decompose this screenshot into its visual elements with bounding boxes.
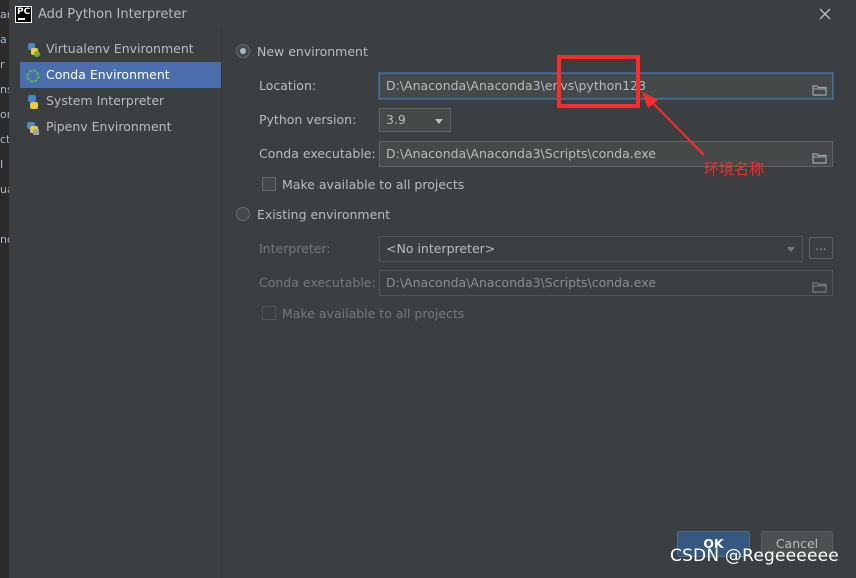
python-version-value: 3.9 [386, 112, 406, 127]
panel-divider [221, 30, 222, 578]
existing-conda-executable-input[interactable]: D:\Anaconda\Anaconda3\Scripts\conda.exe [379, 270, 833, 296]
annotation-highlight-box [557, 55, 640, 108]
watermark: CSDN @Regeeeeee [670, 546, 839, 566]
location-label: Location: [259, 78, 317, 93]
background-text: ns [0, 83, 9, 96]
conda-executable-value: D:\Anaconda\Anaconda3\Scripts\conda.exe [386, 146, 656, 161]
background-text: r [0, 58, 5, 71]
existing-conda-executable-label: Conda executable: [259, 275, 376, 290]
background-text: no [0, 233, 9, 246]
dialog-title: Add Python Interpreter [38, 7, 187, 22]
background-text: I [0, 158, 4, 171]
folder-icon[interactable] [812, 277, 827, 293]
sidebar-item-virtualenv[interactable]: Virtualenv Environment [20, 36, 222, 62]
sidebar-item-system[interactable]: System Interpreter [20, 88, 222, 114]
background-text: ar [0, 8, 9, 21]
python-version-label: Python version: [259, 112, 357, 127]
add-python-interpreter-dialog: PC Add Python Interpreter Virtualenv Env… [9, 0, 856, 578]
background-text: ua [0, 183, 9, 196]
existing-make-available-checkbox[interactable] [262, 306, 276, 320]
annotation-text: 环境名称 [704, 160, 765, 178]
existing-environment-radio[interactable] [236, 207, 250, 221]
python-icon [25, 93, 41, 109]
existing-environment-label: Existing environment [257, 207, 391, 222]
new-environment-radio[interactable] [236, 44, 250, 58]
background-text: ct [0, 133, 9, 146]
new-environment-label: New environment [257, 44, 368, 59]
python-version-select[interactable]: 3.9 [379, 108, 451, 132]
interpreter-type-list: Virtualenv Environment Conda Environment… [20, 36, 222, 140]
pipenv-icon [25, 119, 41, 135]
chevron-down-icon [787, 247, 795, 252]
background-text: on [0, 108, 9, 121]
existing-make-available-label: Make available to all projects [282, 306, 465, 321]
sidebar-item-label: Pipenv Environment [46, 119, 172, 134]
conda-executable-input[interactable]: D:\Anaconda\Anaconda3\Scripts\conda.exe [379, 141, 833, 167]
conda-executable-label: Conda executable: [259, 146, 376, 161]
sidebar-item-label: Virtualenv Environment [46, 41, 194, 56]
virtualenv-icon [25, 41, 41, 57]
folder-icon[interactable] [812, 148, 827, 164]
sidebar-item-label: System Interpreter [46, 93, 165, 108]
interpreter-value: <No interpreter> [386, 241, 496, 256]
sidebar-item-conda[interactable]: Conda Environment [20, 62, 222, 88]
sidebar-item-label: Conda Environment [46, 67, 170, 82]
make-available-label: Make available to all projects [282, 177, 465, 192]
make-available-checkbox[interactable] [262, 177, 276, 191]
interpreter-label: Interpreter: [259, 241, 331, 256]
background-ide-edge: ar a r ns on ct I ua no [0, 0, 9, 578]
close-icon[interactable] [815, 4, 835, 24]
pycharm-app-icon: PC [15, 6, 32, 23]
sidebar-item-pipenv[interactable]: Pipenv Environment [20, 114, 222, 140]
folder-icon[interactable] [812, 80, 827, 96]
title-bar: PC Add Python Interpreter [9, 0, 856, 30]
existing-conda-executable-value: D:\Anaconda\Anaconda3\Scripts\conda.exe [386, 275, 656, 290]
conda-icon [25, 67, 41, 83]
chevron-down-icon [435, 119, 443, 124]
background-text: a [0, 33, 7, 46]
browse-interpreter-button[interactable]: ... [809, 237, 833, 259]
interpreter-select[interactable]: <No interpreter> [379, 236, 803, 262]
